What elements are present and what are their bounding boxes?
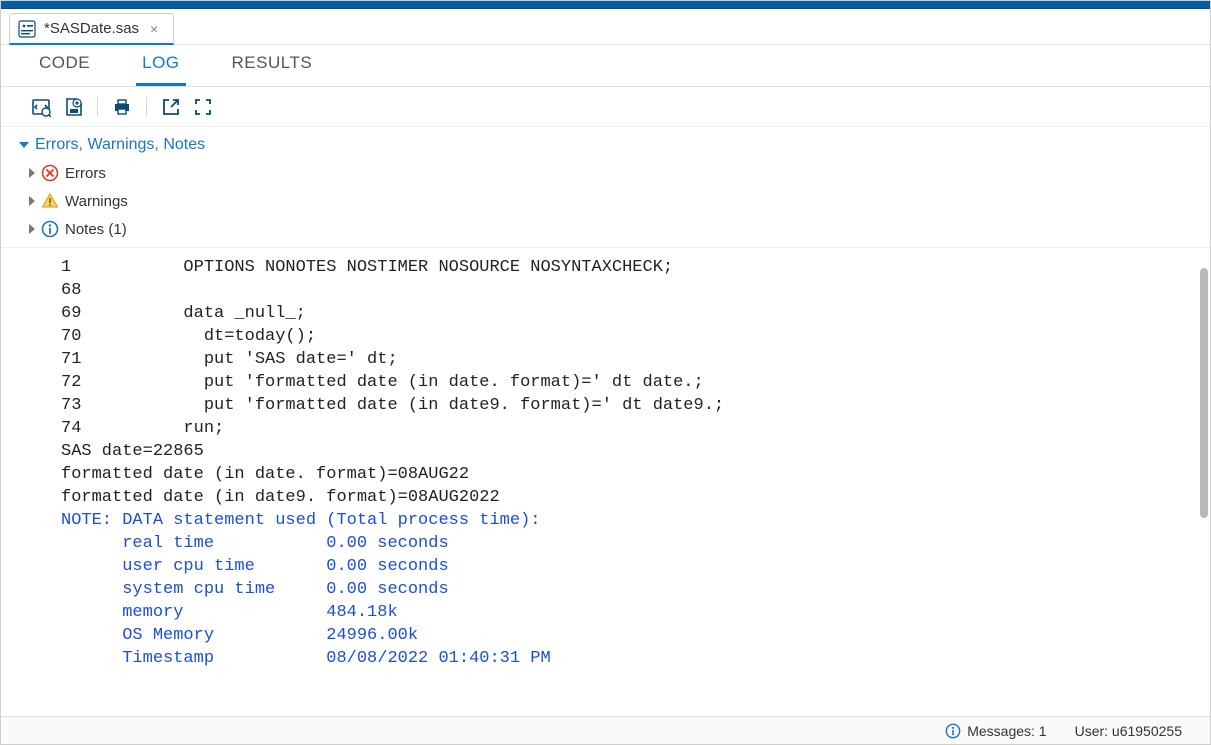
- scrollbar-thumb[interactable]: [1200, 268, 1208, 518]
- content-wrap: *SASDate.sas × CODE LOG RESULTS: [1, 9, 1210, 744]
- log-line: user cpu time 0.00 seconds: [61, 555, 1210, 578]
- chevron-right-icon: [29, 196, 35, 206]
- log-line: 73 put 'formatted date (in date9. format…: [61, 394, 1210, 417]
- summary-header-label: Errors, Warnings, Notes: [35, 136, 205, 154]
- save-log-icon[interactable]: [61, 95, 85, 119]
- info-icon: [944, 722, 962, 740]
- tab-results[interactable]: RESULTS: [226, 43, 319, 86]
- app-window: *SASDate.sas × CODE LOG RESULTS: [0, 0, 1211, 745]
- log-summary: Errors, Warnings, Notes Errors Warnings: [1, 127, 1210, 248]
- log-line: 69 data _null_;: [61, 302, 1210, 325]
- log-line: 72 put 'formatted date (in date. format)…: [61, 371, 1210, 394]
- file-tab-active[interactable]: *SASDate.sas ×: [9, 13, 174, 45]
- caret-down-icon: [19, 142, 29, 148]
- summary-warnings-row[interactable]: Warnings: [19, 187, 1210, 215]
- error-icon: [41, 164, 59, 182]
- log-scroll-pane[interactable]: 1 OPTIONS NONOTES NOSTIMER NOSOURCE NOSY…: [1, 248, 1210, 716]
- print-icon[interactable]: [110, 95, 134, 119]
- log-line: 71 put 'SAS date=' dt;: [61, 348, 1210, 371]
- summary-notes-row[interactable]: Notes (1): [19, 215, 1210, 243]
- status-messages[interactable]: Messages: 1: [944, 722, 1046, 740]
- info-icon: [41, 220, 59, 238]
- summary-errors-row[interactable]: Errors: [19, 159, 1210, 187]
- log-line: memory 484.18k: [61, 601, 1210, 624]
- log-line: formatted date (in date. format)=08AUG22: [61, 463, 1210, 486]
- log-line: NOTE: DATA statement used (Total process…: [61, 509, 1210, 532]
- toolbar-separator: [97, 97, 98, 117]
- log-line: system cpu time 0.00 seconds: [61, 578, 1210, 601]
- window-top-strip: [1, 1, 1210, 9]
- log-toolbar: [1, 87, 1210, 127]
- file-tab-title: *SASDate.sas: [44, 20, 139, 37]
- warning-icon: [41, 192, 59, 210]
- sas-program-icon: [18, 20, 36, 38]
- log-line: OS Memory 24996.00k: [61, 624, 1210, 647]
- summary-warnings-label: Warnings: [65, 193, 128, 210]
- close-icon[interactable]: ×: [147, 22, 161, 36]
- toolbar-separator: [146, 97, 147, 117]
- log-line: 68: [61, 279, 1210, 302]
- pop-out-icon[interactable]: [159, 95, 183, 119]
- fullscreen-icon[interactable]: [191, 95, 215, 119]
- chevron-right-icon: [29, 168, 35, 178]
- status-bar: Messages: 1 User: u61950255: [1, 716, 1210, 744]
- tab-code[interactable]: CODE: [33, 43, 96, 86]
- chevron-right-icon: [29, 224, 35, 234]
- summary-header-row[interactable]: Errors, Warnings, Notes: [19, 131, 1210, 159]
- log-line: 74 run;: [61, 417, 1210, 440]
- file-tab-bar: *SASDate.sas ×: [1, 9, 1210, 45]
- log-line: Timestamp 08/08/2022 01:40:31 PM: [61, 647, 1210, 670]
- status-user: User: u61950255: [1075, 723, 1182, 739]
- log-line: formatted date (in date9. format)=08AUG2…: [61, 486, 1210, 509]
- log-line: SAS date=22865: [61, 440, 1210, 463]
- summary-errors-label: Errors: [65, 165, 106, 182]
- tab-log[interactable]: LOG: [136, 43, 185, 86]
- summary-notes-label: Notes (1): [65, 221, 127, 238]
- sub-tab-bar: CODE LOG RESULTS: [1, 45, 1210, 87]
- view-html-icon[interactable]: [29, 95, 53, 119]
- log-line: 70 dt=today();: [61, 325, 1210, 348]
- log-body: 1 OPTIONS NONOTES NOSTIMER NOSOURCE NOSY…: [1, 248, 1210, 678]
- status-user-label: User: u61950255: [1075, 723, 1182, 739]
- log-line: 1 OPTIONS NONOTES NOSTIMER NOSOURCE NOSY…: [61, 256, 1210, 279]
- log-line: real time 0.00 seconds: [61, 532, 1210, 555]
- status-messages-label: Messages: 1: [967, 723, 1046, 739]
